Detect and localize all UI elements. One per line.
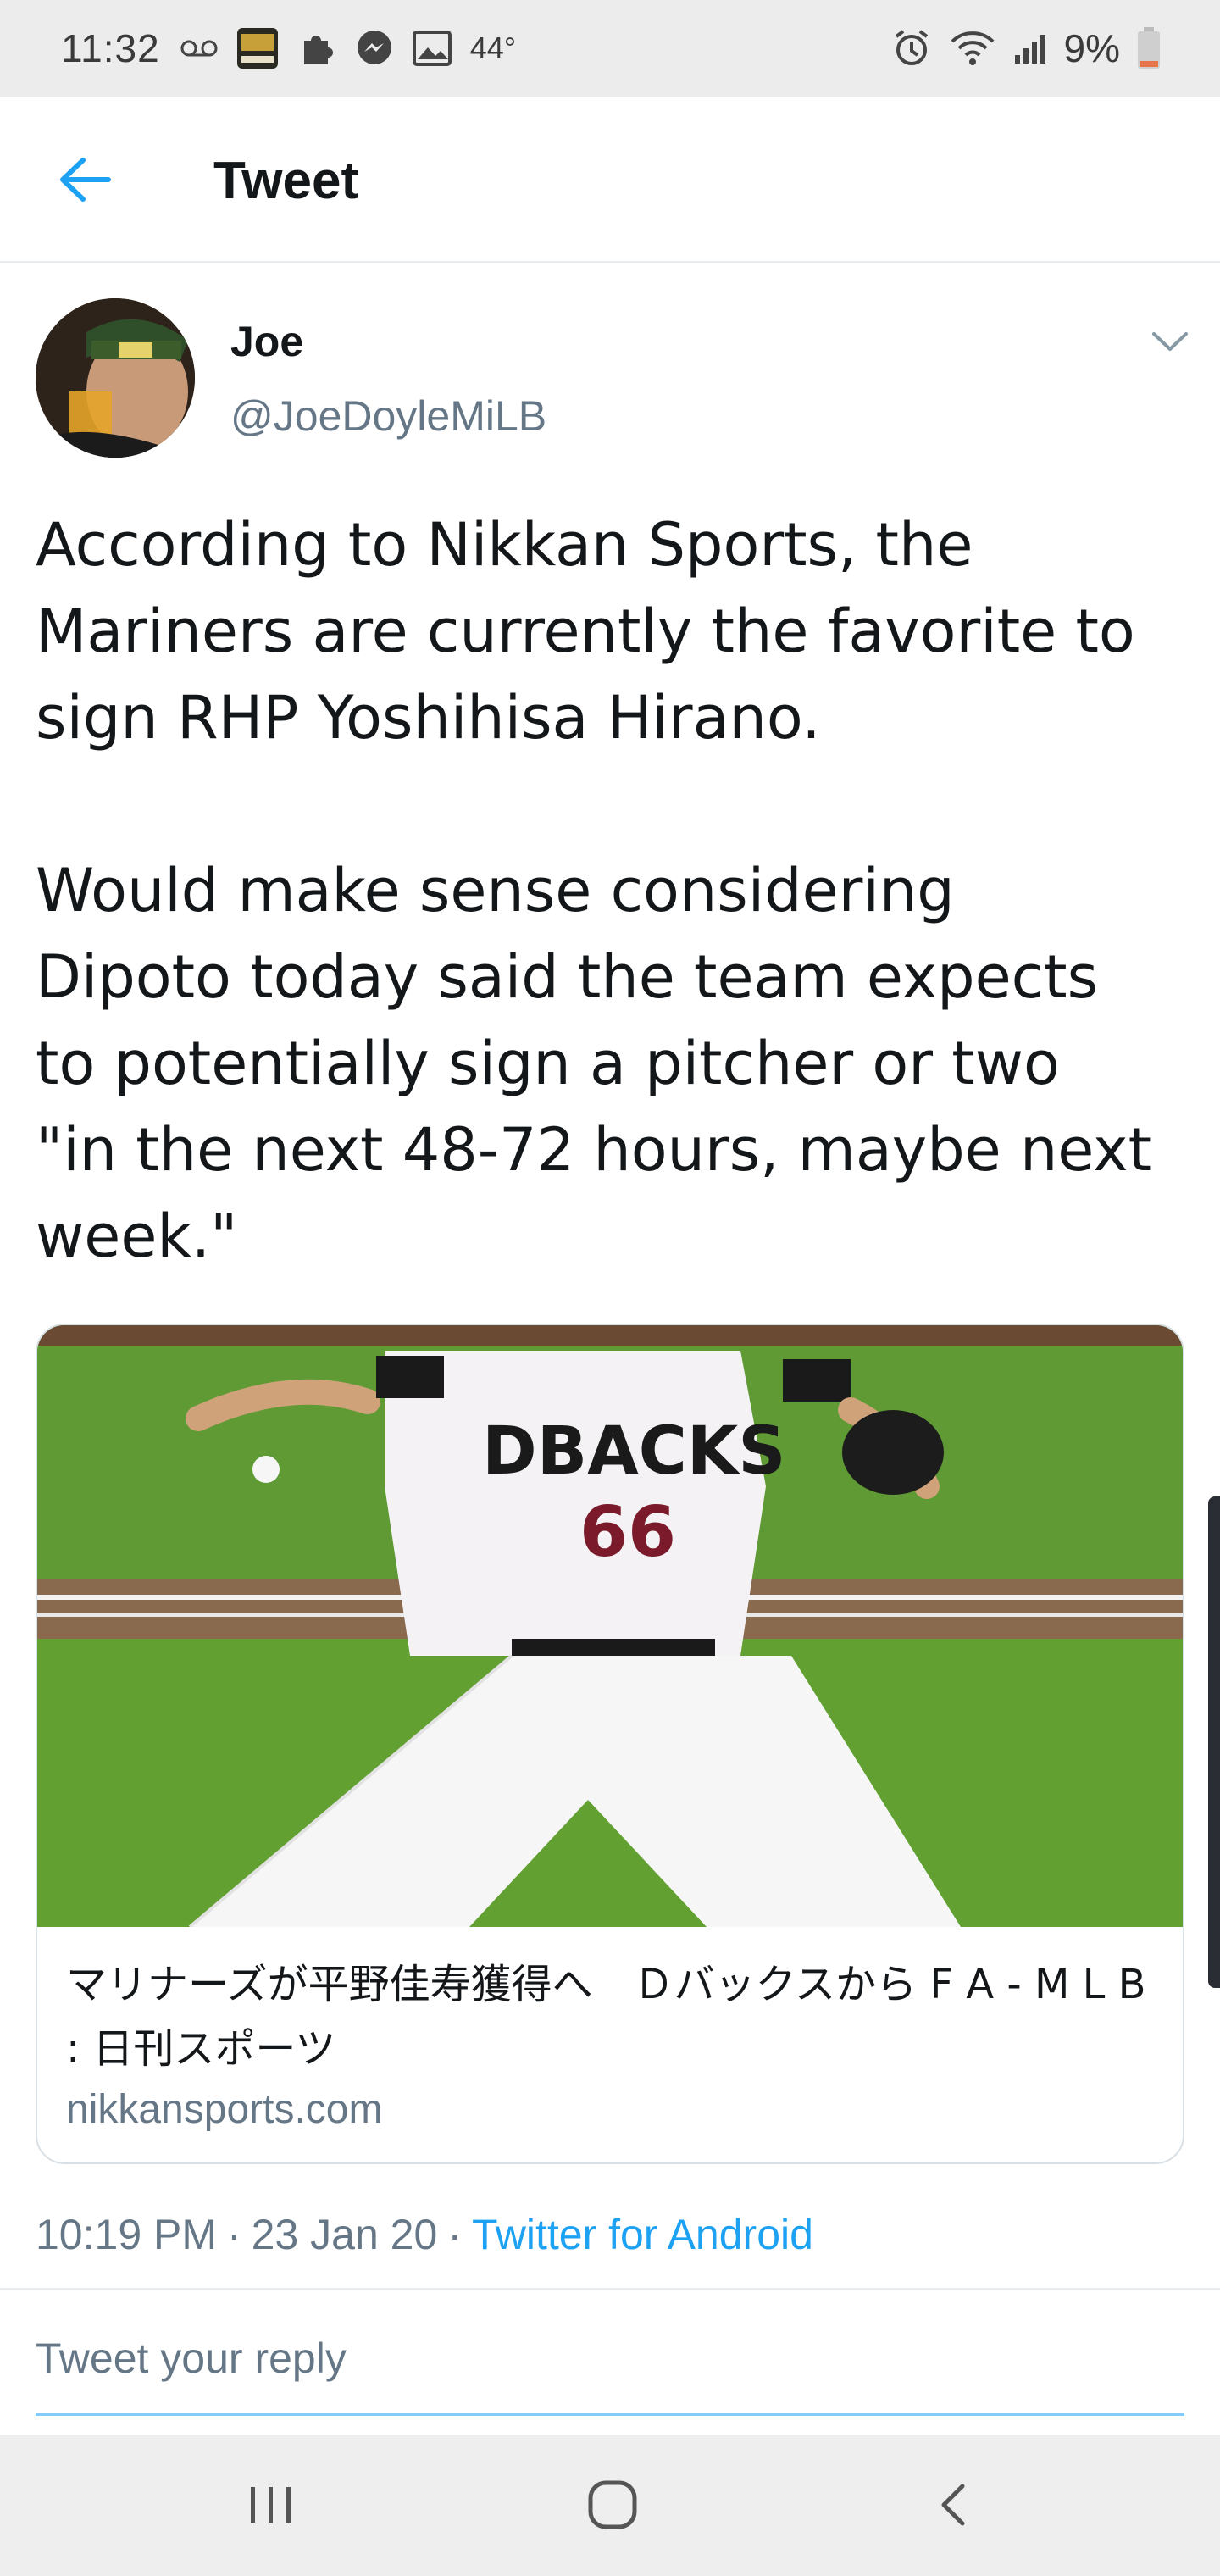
notification-icons: 44° (180, 27, 516, 69)
card-image-jersey-text: DBACKS (482, 1413, 785, 1490)
tweet-time: 10:19 PM (36, 2211, 218, 2258)
reply-input-underline (36, 2413, 1184, 2416)
tweet-meta: 10:19 PM · 23 Jan 20 · Twitter for Andro… (36, 2210, 813, 2259)
card-image-jersey-number: 66 (580, 1492, 676, 1573)
system-nav-bar (0, 2435, 1220, 2576)
divider (0, 2288, 1220, 2290)
system-icons: 9% (891, 25, 1161, 71)
puzzle-icon (297, 29, 336, 68)
card-domain[interactable]: nikkansports.com (66, 2086, 382, 2133)
battery-percentage: 9% (1063, 26, 1120, 70)
card-title[interactable]: マリナーズが平野佳寿獲得へ Ｄバックスから F A - M L B : 日刊スポ… (66, 1952, 1159, 2081)
game-app-icon (236, 27, 279, 69)
chevron-down-icon[interactable] (1149, 325, 1191, 359)
home-icon[interactable] (579, 2471, 646, 2539)
page-title: Tweet (214, 152, 359, 210)
gallery-icon (412, 31, 452, 66)
battery-icon (1137, 27, 1161, 69)
status-bar: 11:32 44° 9% (0, 0, 1220, 97)
tweet-text: According to Nikkan Sports, the Mariners… (36, 510, 1152, 1271)
voicemail-icon (180, 38, 218, 58)
meta-separator: · (447, 2211, 462, 2258)
status-time: 11:32 (61, 26, 160, 70)
back-nav-icon[interactable] (920, 2471, 988, 2539)
tweet-detail-screen: 11:32 44° 9% Tweet Joe @JoeDoyleMiLB Acc… (0, 0, 1220, 2576)
reply-input[interactable]: Tweet your reply (36, 2334, 347, 2383)
card-image[interactable]: DBACKS 66 (37, 1325, 1183, 1929)
tweet-date: 23 Jan 20 (251, 2211, 438, 2258)
scrollbar[interactable] (1208, 1496, 1220, 1988)
author-handle[interactable]: @JoeDoyleMiLB (230, 391, 546, 441)
status-temperature: 44° (469, 31, 517, 65)
avatar[interactable] (36, 298, 195, 458)
meta-separator: · (227, 2211, 241, 2258)
recent-apps-icon[interactable] (237, 2471, 305, 2539)
tweet-source-link[interactable]: Twitter for Android (472, 2210, 813, 2259)
messenger-icon (355, 29, 394, 68)
author-name[interactable]: Joe (230, 317, 303, 366)
app-header: Tweet (0, 97, 1220, 263)
wifi-icon (949, 30, 996, 67)
alarm-icon (891, 28, 932, 69)
link-preview-card[interactable]: DBACKS 66 マリナーズが平野佳寿獲得へ Ｄバックスから F A - M … (36, 1324, 1184, 2164)
back-arrow-icon[interactable] (53, 147, 117, 212)
signal-icon (1013, 31, 1047, 65)
